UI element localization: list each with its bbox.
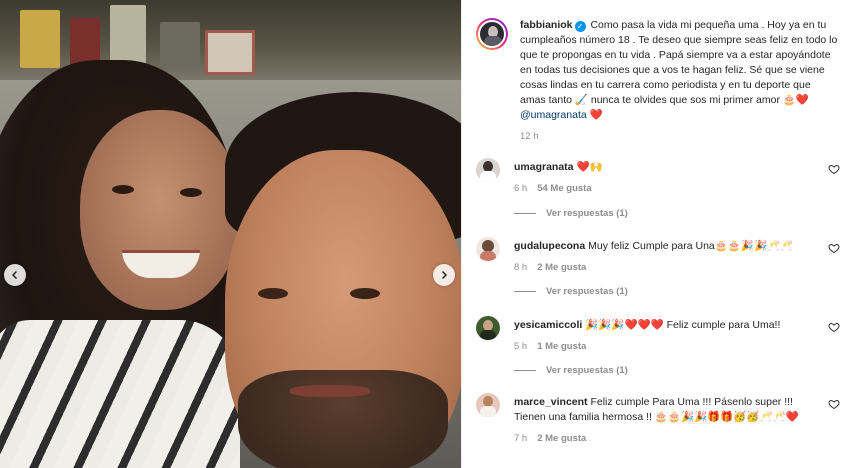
view-replies-label: Ver respuestas (1): [546, 286, 628, 297]
caption-text: Como pasa la vida mi pequeña uma . Hoy y…: [520, 19, 838, 106]
caption-time[interactable]: 12 h: [520, 129, 838, 144]
commenter-avatar[interactable]: [476, 316, 500, 340]
post-photo[interactable]: [0, 0, 461, 468]
man-mouth: [290, 385, 370, 397]
like-heart-icon[interactable]: [828, 321, 840, 333]
view-replies-label: Ver respuestas (1): [546, 365, 628, 376]
comment-time[interactable]: 6 h: [514, 183, 527, 194]
comments-panel: fabbianiok ✓ Como pasa la vida mi pequeña…: [461, 0, 850, 468]
comment-item: yesicamiccoli 🎉🎉🎉❤️❤️❤️ Feliz cumple par…: [476, 316, 848, 354]
man-eye: [350, 288, 380, 299]
comment-item: gudalupecona Muy feliz Cumple para Una🎂🎂…: [476, 237, 848, 275]
like-heart-icon[interactable]: [828, 242, 840, 254]
view-replies-button[interactable]: Ver respuestas (1): [514, 286, 628, 297]
author-avatar-image: [478, 20, 506, 48]
caption-end: ❤️: [589, 109, 603, 121]
chevron-left-icon: [11, 270, 18, 280]
comment-item: umagranata ❤️🙌 6 h 54 Me gusta: [476, 158, 848, 196]
comment-body: gudalupecona Muy feliz Cumple para Una🎂🎂…: [514, 239, 814, 275]
comment-body: marce_vincent Feliz cumple Para Uma !!! …: [514, 395, 814, 446]
comment-likes[interactable]: 2 Me gusta: [537, 433, 586, 444]
post-view: fabbianiok ✓ Como pasa la vida mi pequeña…: [0, 0, 850, 468]
author-avatar[interactable]: [476, 18, 508, 50]
verified-badge-icon: ✓: [574, 21, 586, 32]
girl-eye: [112, 185, 134, 194]
commenter-avatar[interactable]: [476, 237, 500, 261]
post-caption: fabbianiok ✓ Como pasa la vida mi pequeña…: [476, 18, 848, 144]
girl-face: [80, 110, 240, 310]
previous-photo-button[interactable]: [4, 264, 26, 286]
commenter-username[interactable]: gudalupecona: [514, 240, 585, 252]
commenter-avatar[interactable]: [476, 393, 500, 417]
commenter-username[interactable]: marce_vincent: [514, 396, 588, 408]
comment-text: Muy feliz Cumple para Una🎂🎂🎉🎉🥂🥂: [588, 240, 794, 252]
comment-likes[interactable]: 1 Me gusta: [537, 341, 586, 352]
replies-divider: [514, 213, 536, 214]
man-eye: [258, 288, 288, 299]
girl-shirt: [0, 320, 240, 468]
girl-eye: [180, 188, 202, 197]
caption-body: fabbianiok ✓ Como pasa la vida mi pequeña…: [520, 18, 838, 144]
comment-time[interactable]: 8 h: [514, 262, 527, 273]
next-photo-button[interactable]: [433, 264, 455, 286]
comment-time[interactable]: 7 h: [514, 433, 527, 444]
caption-mention[interactable]: @umagranata: [520, 109, 587, 121]
comment-likes[interactable]: 2 Me gusta: [537, 262, 586, 273]
like-heart-icon[interactable]: [828, 163, 840, 175]
comment-item: marce_vincent Feliz cumple Para Uma !!! …: [476, 393, 848, 446]
author-username[interactable]: fabbianiok: [520, 19, 573, 31]
comment-time[interactable]: 5 h: [514, 341, 527, 352]
replies-divider: [514, 370, 536, 371]
comment-body: yesicamiccoli 🎉🎉🎉❤️❤️❤️ Feliz cumple par…: [514, 318, 814, 354]
view-replies-label: Ver respuestas (1): [546, 208, 628, 219]
like-heart-icon[interactable]: [828, 398, 840, 410]
chevron-right-icon: [441, 270, 448, 280]
replies-divider: [514, 291, 536, 292]
comment-likes[interactable]: 54 Me gusta: [537, 183, 591, 194]
view-replies-button[interactable]: Ver respuestas (1): [514, 208, 628, 219]
view-replies-button[interactable]: Ver respuestas (1): [514, 365, 628, 376]
comment-text: ❤️🙌: [576, 161, 603, 173]
comment-body: umagranata ❤️🙌 6 h 54 Me gusta: [514, 160, 814, 196]
commenter-username[interactable]: yesicamiccoli: [514, 319, 582, 331]
commenter-username[interactable]: umagranata: [514, 161, 574, 173]
commenter-avatar[interactable]: [476, 158, 500, 182]
comment-text: 🎉🎉🎉❤️❤️❤️ Feliz cumple para Uma!!: [585, 319, 781, 331]
